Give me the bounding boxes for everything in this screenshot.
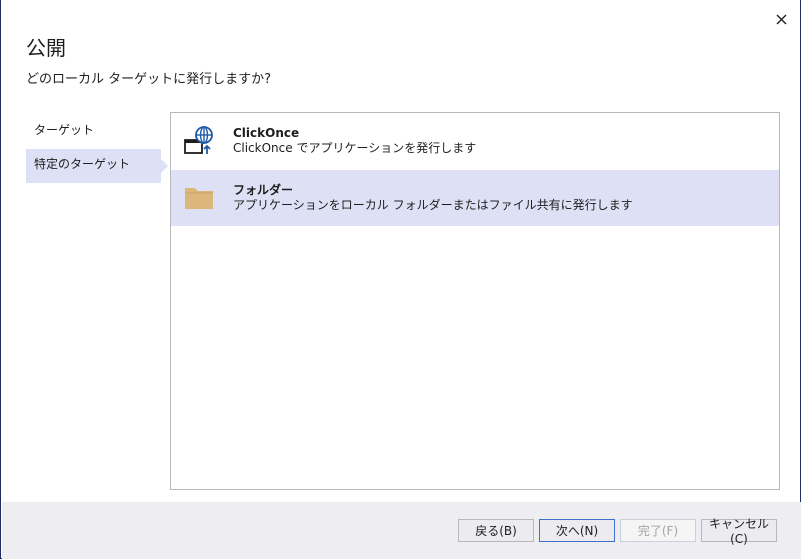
finish-button[interactable]: 完了(F) xyxy=(620,519,696,542)
sidebar: ターゲット 特定のターゲット xyxy=(26,115,168,183)
list-item-title: フォルダー xyxy=(233,183,294,197)
dialog-footer: 戻る(B) 次へ(N) 完了(F) キャンセル(C) xyxy=(2,502,801,559)
folder-icon xyxy=(185,188,213,209)
dialog-title: 公開 xyxy=(26,36,66,60)
close-icon xyxy=(776,14,786,24)
list-item-title: ClickOnce xyxy=(233,126,300,140)
sidebar-item-label: 特定のターゲット xyxy=(34,157,131,171)
list-item-folder[interactable]: フォルダー アプリケーションをローカル フォルダーまたはファイル共有に発行します xyxy=(171,170,779,226)
list-item-description: アプリケーションをローカル フォルダーまたはファイル共有に発行します xyxy=(233,198,633,212)
back-button[interactable]: 戻る(B) xyxy=(458,519,534,542)
dialog-subtitle: どのローカル ターゲットに発行しますか? xyxy=(26,72,272,87)
cancel-button[interactable]: キャンセル(C) xyxy=(701,517,777,546)
list-item-clickonce[interactable]: ClickOnce ClickOnce でアプリケーションを発行します xyxy=(171,113,779,169)
clickonce-globe-icon xyxy=(184,126,213,154)
sidebar-item-target[interactable]: ターゲット xyxy=(26,115,161,149)
sidebar-item-label: ターゲット xyxy=(34,123,95,137)
target-list: ClickOnce ClickOnce でアプリケーションを発行します フォルダ… xyxy=(170,112,780,490)
sidebar-item-specific-target[interactable]: 特定のターゲット xyxy=(26,149,168,183)
next-button[interactable]: 次へ(N) xyxy=(539,519,615,542)
close-button[interactable] xyxy=(770,8,792,30)
list-item-description: ClickOnce でアプリケーションを発行します xyxy=(233,141,477,155)
publish-dialog: 公開 どのローカル ターゲットに発行しますか? ターゲット 特定のターゲット C… xyxy=(0,0,801,559)
